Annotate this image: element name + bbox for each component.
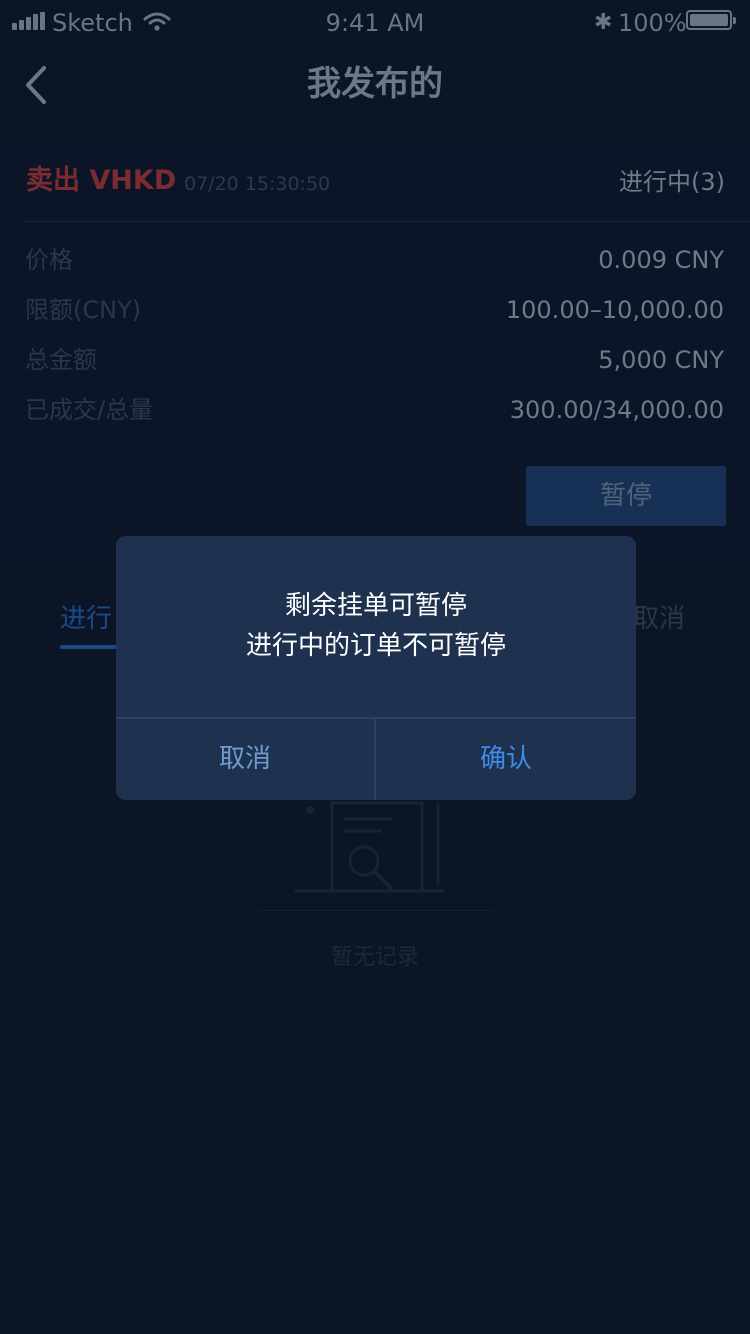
dialog-confirm-button[interactable]: 确认 bbox=[376, 719, 636, 800]
dialog-cancel-button[interactable]: 取消 bbox=[116, 719, 374, 800]
document-search-icon bbox=[292, 795, 452, 900]
card-divider bbox=[25, 221, 750, 222]
order-status: 进行中(3) bbox=[619, 168, 725, 196]
dialog-message-line1: 剩余挂单可暂停 bbox=[284, 591, 467, 621]
price-value: 0.009 CNY bbox=[598, 246, 724, 274]
bluetooth-icon: ✱ bbox=[594, 10, 613, 35]
tab-cancelled[interactable]: 取消 bbox=[633, 600, 685, 638]
total-amount-label: 总金额 bbox=[25, 346, 97, 374]
filled-total-value: 300.00/34,000.00 bbox=[509, 396, 724, 424]
battery-icon bbox=[686, 10, 736, 30]
filled-total-label: 已成交/总量 bbox=[25, 396, 154, 424]
limit-value: 100.00–10,000.00 bbox=[505, 296, 724, 324]
empty-divider bbox=[258, 910, 494, 911]
battery-percentage: 100% bbox=[618, 9, 687, 37]
price-label: 价格 bbox=[25, 246, 73, 274]
limit-label: 限额(CNY) bbox=[25, 296, 142, 324]
order-type: 卖出 VHKD bbox=[26, 165, 177, 196]
tab-in-progress[interactable]: 进行 bbox=[60, 600, 112, 638]
empty-state-text: 暂无记录 bbox=[330, 945, 419, 970]
pause-button[interactable]: 暂停 bbox=[526, 466, 726, 526]
confirm-dialog: 剩余挂单可暂停 进行中的订单不可暂停 取消 确认 bbox=[116, 536, 636, 800]
order-time: 07/20 15:30:50 bbox=[184, 173, 331, 195]
status-bar: Sketch 9:41 AM ✱ 100% bbox=[0, 0, 750, 44]
total-amount-value: 5,000 CNY bbox=[598, 346, 724, 374]
dialog-message-line2: 进行中的订单不可暂停 bbox=[245, 631, 506, 661]
tab-active-indicator bbox=[60, 645, 117, 649]
page-title: 我发布的 bbox=[307, 64, 443, 104]
